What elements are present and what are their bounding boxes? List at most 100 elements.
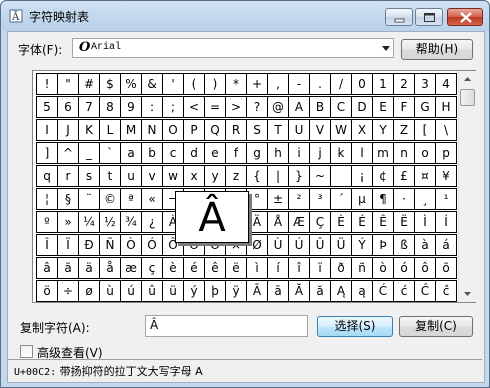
char-cell[interactable]: 6 xyxy=(57,96,79,118)
char-cell[interactable]: ª xyxy=(120,188,142,210)
char-cell[interactable]: r xyxy=(57,165,79,187)
char-cell[interactable]: u xyxy=(120,165,142,187)
char-cell[interactable]: - xyxy=(288,73,310,95)
char-cell[interactable]: ö xyxy=(36,280,58,302)
char-cell[interactable]: ì xyxy=(246,257,268,279)
char-cell[interactable]: ± xyxy=(267,188,289,210)
char-cell[interactable]: M xyxy=(120,119,142,141)
char-cell[interactable]: î xyxy=(288,257,310,279)
char-cell[interactable]: ¤ xyxy=(414,165,436,187)
char-cell[interactable]: í xyxy=(267,257,289,279)
char-cell[interactable]: ć xyxy=(393,280,415,302)
char-cell[interactable]: Ă xyxy=(288,280,310,302)
char-cell[interactable]: Ð xyxy=(78,234,100,256)
char-cell[interactable]: 8 xyxy=(99,96,121,118)
char-cell[interactable]: Ò xyxy=(120,234,142,256)
char-cell[interactable]: Y xyxy=(372,119,394,141)
char-cell[interactable]: ; xyxy=(162,96,184,118)
char-cell[interactable]: Ā xyxy=(246,280,268,302)
char-cell[interactable]: Î xyxy=(36,234,58,256)
char-cell[interactable]: / xyxy=(330,73,352,95)
char-cell[interactable]: B xyxy=(309,96,331,118)
char-cell[interactable]: _ xyxy=(78,142,100,164)
char-cell[interactable]: Ø xyxy=(246,234,268,256)
char-cell[interactable]: Ï xyxy=(57,234,79,256)
char-cell[interactable]: ¨ xyxy=(78,188,100,210)
char-cell[interactable]: É xyxy=(351,211,373,233)
char-cell[interactable]: » xyxy=(57,211,79,233)
char-cell[interactable]: ø xyxy=(78,280,100,302)
char-cell[interactable]: Ù xyxy=(267,234,289,256)
char-cell[interactable]: Æ xyxy=(288,211,310,233)
char-cell[interactable]: á xyxy=(435,234,457,256)
char-cell[interactable]: Ý xyxy=(351,234,373,256)
copy-chars-input[interactable]: Â xyxy=(145,315,308,337)
char-cell[interactable]: ÷ xyxy=(57,280,79,302)
char-cell[interactable]: b xyxy=(141,142,163,164)
char-cell[interactable]: Ú xyxy=(288,234,310,256)
char-cell[interactable]: j xyxy=(309,142,331,164)
char-cell[interactable]: # xyxy=(78,73,100,95)
char-cell[interactable]: Û xyxy=(309,234,331,256)
char-cell[interactable]: ó xyxy=(393,257,415,279)
char-cell[interactable]: æ xyxy=(120,257,142,279)
char-cell[interactable]: ¢ xyxy=(372,165,394,187)
char-cell[interactable]: Q xyxy=(204,119,226,141)
close-button[interactable] xyxy=(447,8,483,26)
char-cell[interactable]: « xyxy=(141,188,163,210)
scrollbar-thumb[interactable] xyxy=(460,89,475,106)
char-cell[interactable] xyxy=(330,165,352,187)
minimize-button[interactable] xyxy=(385,8,413,26)
char-cell[interactable]: d xyxy=(183,142,205,164)
char-cell[interactable]: R xyxy=(225,119,247,141)
char-cell[interactable]: | xyxy=(267,165,289,187)
char-cell[interactable]: K xyxy=(78,119,100,141)
char-cell[interactable]: } xyxy=(288,165,310,187)
char-cell[interactable]: Þ xyxy=(372,234,394,256)
char-cell[interactable]: @ xyxy=(267,96,289,118)
char-cell[interactable]: ô xyxy=(414,257,436,279)
char-cell[interactable]: c xyxy=(162,142,184,164)
char-cell[interactable]: ~ xyxy=(309,165,331,187)
char-cell[interactable]: 7 xyxy=(78,96,100,118)
char-cell[interactable]: t xyxy=(99,165,121,187)
char-cell[interactable]: ã xyxy=(57,257,79,279)
char-cell[interactable]: ½ xyxy=(99,211,121,233)
char-cell[interactable]: 2 xyxy=(393,73,415,95)
char-cell[interactable]: © xyxy=(99,188,121,210)
scroll-down-arrow-icon[interactable] xyxy=(459,285,476,302)
char-cell[interactable]: ý xyxy=(183,280,205,302)
char-cell[interactable]: õ xyxy=(435,257,457,279)
char-cell[interactable]: & xyxy=(141,73,163,95)
char-cell[interactable]: 5 xyxy=(36,96,58,118)
char-cell[interactable]: x xyxy=(183,165,205,187)
char-cell[interactable]: ù xyxy=(99,280,121,302)
title-bar[interactable]: Ā 字符映射表 xyxy=(1,1,489,31)
char-cell[interactable]: è xyxy=(162,257,184,279)
char-cell[interactable]: W xyxy=(330,119,352,141)
char-cell[interactable]: Ä xyxy=(246,211,268,233)
char-cell[interactable]: L xyxy=(99,119,121,141)
char-cell[interactable]: > xyxy=(225,96,247,118)
font-dropdown[interactable]: O Arial xyxy=(72,38,394,58)
char-cell[interactable]: y xyxy=(204,165,226,187)
char-cell[interactable]: ( xyxy=(183,73,205,95)
char-cell[interactable]: D xyxy=(351,96,373,118)
char-cell[interactable]: 1 xyxy=(372,73,394,95)
maximize-button[interactable] xyxy=(415,8,443,26)
char-cell[interactable]: ¾ xyxy=(120,211,142,233)
char-cell[interactable]: ¶ xyxy=(372,188,394,210)
char-cell[interactable]: ¦ xyxy=(36,188,58,210)
char-cell[interactable]: º xyxy=(36,211,58,233)
char-cell[interactable]: ñ xyxy=(351,257,373,279)
char-cell[interactable]: ĉ xyxy=(435,280,457,302)
char-cell[interactable]: é xyxy=(183,257,205,279)
char-cell[interactable]: p xyxy=(435,142,457,164)
char-cell[interactable]: P xyxy=(183,119,205,141)
char-cell[interactable]: ą xyxy=(351,280,373,302)
char-cell[interactable]: ð xyxy=(330,257,352,279)
char-cell[interactable]: ` xyxy=(99,142,121,164)
char-cell[interactable]: s xyxy=(78,165,100,187)
char-cell[interactable]: F xyxy=(393,96,415,118)
char-cell[interactable]: ^ xyxy=(57,142,79,164)
